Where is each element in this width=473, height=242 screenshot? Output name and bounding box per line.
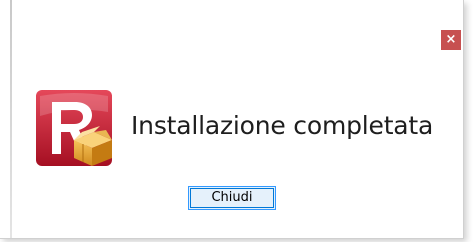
close-button[interactable]: ×	[441, 30, 461, 50]
installation-complete-dialog: × Installazione completata Chiudi	[0, 0, 464, 239]
installer-app-icon	[34, 88, 114, 168]
close-icon: ×	[445, 32, 457, 47]
chiudi-button[interactable]: Chiudi	[188, 186, 276, 210]
completion-message: Installazione completata	[131, 111, 434, 140]
